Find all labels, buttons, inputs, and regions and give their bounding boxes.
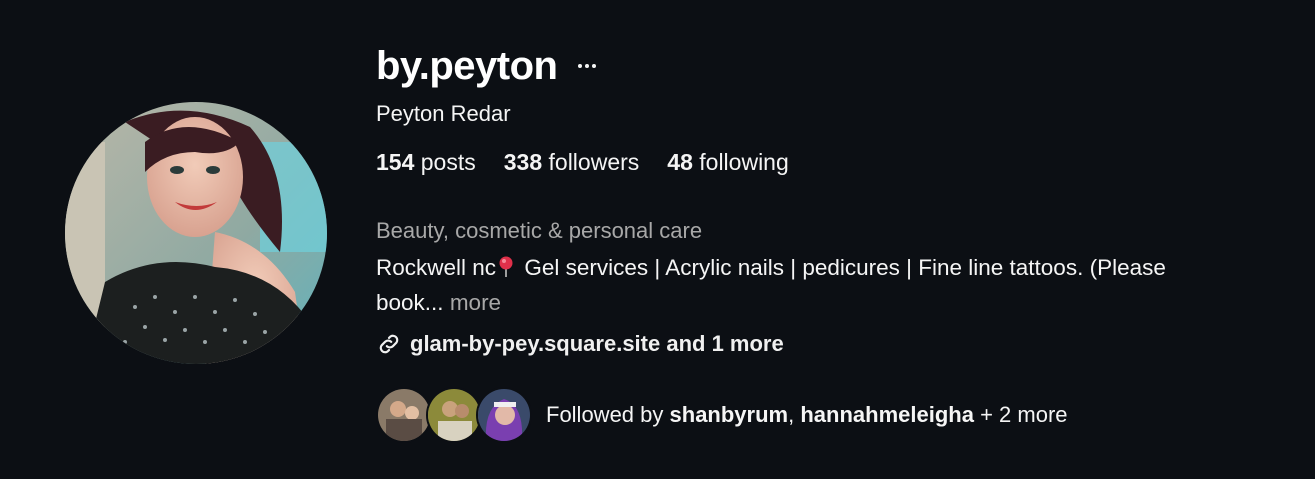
followed-by-separator: , [788, 402, 795, 427]
follower-avatar [426, 387, 482, 443]
link-url: glam-by-pey.square.site [410, 331, 661, 356]
profile-stats: 154 posts 338 followers 48 following [376, 149, 1276, 176]
bio-more-link[interactable]: more [450, 290, 501, 315]
profile-avatar[interactable] [65, 102, 327, 364]
bio-services: Gel services | Acrylic nails | pedicures… [524, 255, 1166, 280]
following-count: 48 [667, 149, 693, 175]
follower-avatar [476, 387, 532, 443]
following-label: following [699, 149, 789, 175]
link-extra: and 1 more [666, 331, 784, 356]
profile-username: by.peyton [376, 43, 558, 88]
follower-avatar [376, 387, 432, 443]
avatar-image [65, 102, 327, 364]
link-icon [376, 331, 402, 357]
profile-link[interactable]: glam-by-pey.square.site and 1 more [376, 331, 1276, 357]
followers-count: 338 [503, 149, 543, 175]
followed-by-prefix: Followed by [546, 402, 664, 427]
following-stat[interactable]: 48 following [667, 149, 788, 176]
profile-info: by.peyton Peyton Redar 154 posts 338 fol… [376, 40, 1276, 443]
followed-by-suffix: + 2 more [980, 402, 1068, 427]
profile-full-name: Peyton Redar [376, 101, 511, 126]
posts-label: posts [420, 149, 476, 175]
more-options-button[interactable] [577, 51, 597, 81]
followed-by-user-1: shanbyrum [669, 402, 789, 427]
more-horizontal-icon [578, 64, 597, 68]
bio-truncated: book... [376, 290, 444, 315]
followers-label: followers [548, 149, 640, 175]
followed-by[interactable]: Followed by shanbyrum, hannahmeleigha + … [376, 387, 1276, 443]
profile-bio: Rockwell nc Gel services | Acrylic nails… [376, 252, 1236, 319]
profile-header: by.peyton Peyton Redar 154 posts 338 fol… [0, 0, 1315, 479]
followed-by-user-2: hannahmeleigha [800, 402, 974, 427]
follower-avatars [376, 387, 532, 443]
username-row: by.peyton [376, 40, 1276, 92]
round-pushpin-icon [498, 255, 514, 287]
posts-stat[interactable]: 154 posts [376, 149, 476, 176]
posts-count: 154 [376, 149, 415, 175]
bio-location: Rockwell nc [376, 255, 497, 280]
followers-stat[interactable]: 338 followers [504, 149, 640, 176]
profile-category: Beauty, cosmetic & personal care [376, 218, 703, 243]
